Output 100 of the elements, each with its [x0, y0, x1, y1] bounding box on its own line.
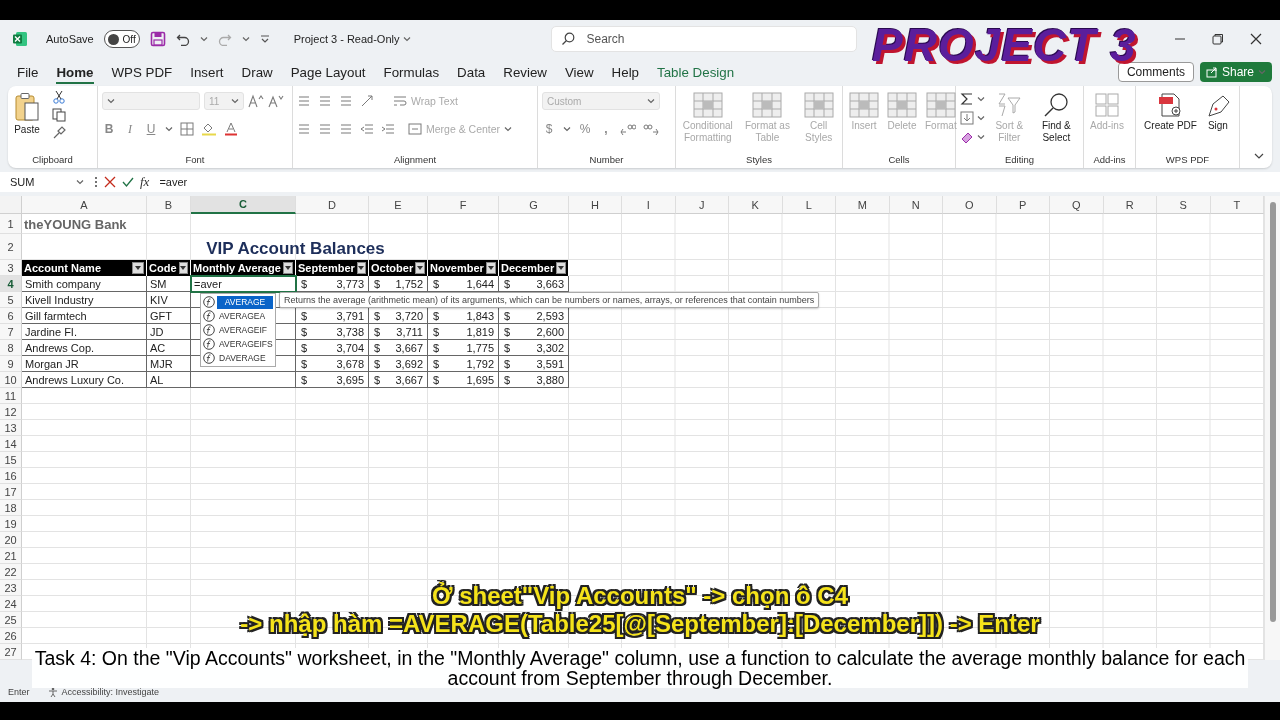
column-header[interactable]: D [296, 196, 369, 214]
ribbon-tab[interactable]: View [555, 60, 603, 84]
column-header[interactable]: J [675, 196, 729, 214]
insert-function-button[interactable]: fx [140, 174, 150, 190]
comments-button[interactable]: Comments [1117, 62, 1194, 82]
filter-button[interactable] [556, 262, 566, 274]
row-header[interactable]: 3 [0, 260, 22, 276]
row-header[interactable]: 20 [0, 532, 22, 548]
active-cell[interactable]: =aver [191, 276, 296, 292]
filter-button[interactable] [132, 262, 144, 274]
column-header[interactable]: K [729, 196, 783, 214]
formula-input[interactable]: =aver [155, 173, 1274, 191]
decrease-decimal-icon[interactable] [643, 122, 659, 136]
decrease-font-icon[interactable] [268, 94, 284, 108]
row-header[interactable]: 18 [0, 500, 22, 516]
row-header[interactable]: 24 [0, 596, 22, 612]
function-suggestion[interactable]: DAVERAGE [201, 351, 275, 365]
row-header[interactable]: 8 [0, 340, 22, 356]
percent-button[interactable]: % [578, 122, 592, 136]
save-icon[interactable] [149, 31, 166, 47]
fill-down-icon[interactable] [960, 111, 974, 125]
document-title[interactable]: Project 3 - Read-Only [293, 33, 400, 45]
ribbon-tab[interactable]: Home [47, 60, 103, 84]
ribbon-tab[interactable]: Review [494, 60, 556, 84]
row-header[interactable]: 15 [0, 452, 22, 468]
sigma-icon[interactable] [960, 92, 974, 106]
find-select-button[interactable]: Find & Select [1033, 90, 1079, 146]
column-header[interactable]: T [1210, 196, 1264, 214]
column-header[interactable]: G [499, 196, 569, 214]
comma-style-button[interactable]: , [599, 122, 613, 136]
row-header[interactable]: 12 [0, 404, 22, 420]
function-suggestion[interactable]: AVERAGEA [201, 309, 275, 323]
row-header[interactable]: 5 [0, 292, 22, 308]
column-header[interactable]: I [622, 196, 676, 214]
accessibility-status[interactable]: Accessibility: Investigate [61, 687, 160, 697]
filter-button[interactable] [282, 262, 293, 274]
sign-button[interactable]: Sign [1202, 90, 1233, 134]
column-header[interactable]: N [889, 196, 943, 214]
filter-button[interactable] [356, 262, 366, 274]
borders-icon[interactable] [180, 122, 194, 136]
row-header[interactable]: 17 [0, 484, 22, 500]
eraser-icon[interactable] [960, 130, 974, 144]
filter-button[interactable] [485, 262, 496, 274]
ribbon-tab[interactable]: Table Design [648, 60, 744, 84]
filter-button[interactable] [178, 262, 188, 274]
row-header[interactable]: 22 [0, 564, 22, 580]
row-header[interactable]: 14 [0, 436, 22, 452]
increase-font-icon[interactable] [248, 94, 264, 108]
row-header[interactable]: 7 [0, 324, 22, 340]
ribbon-tab[interactable]: File [8, 60, 48, 84]
column-header[interactable]: L [782, 196, 836, 214]
column-header[interactable]: O [943, 196, 997, 214]
paintbrush-icon[interactable] [52, 126, 66, 140]
close-icon[interactable] [1250, 33, 1262, 45]
text-angle-icon[interactable] [360, 94, 376, 108]
column-header[interactable]: M [836, 196, 890, 214]
fill-bucket-icon[interactable] [201, 122, 217, 136]
ribbon-tab[interactable]: Formulas [374, 60, 449, 84]
column-header[interactable]: B [147, 196, 191, 214]
share-button[interactable]: Share [1199, 62, 1272, 82]
create-pdf-button[interactable]: Create PDF [1142, 90, 1199, 134]
ribbon-tab[interactable]: Page Layout [281, 60, 375, 84]
currency-button[interactable]: $ [542, 122, 556, 136]
row-header[interactable]: 6 [0, 308, 22, 324]
cancel-icon[interactable] [104, 176, 116, 188]
row-header[interactable]: 25 [0, 612, 22, 628]
row-header[interactable]: 9 [0, 356, 22, 372]
column-header[interactable]: P [996, 196, 1050, 214]
row-header[interactable]: 19 [0, 516, 22, 532]
increase-decimal-icon[interactable] [620, 122, 636, 136]
column-header[interactable]: Q [1050, 196, 1104, 214]
row-header[interactable]: 1 [0, 214, 22, 234]
row-header[interactable]: 10 [0, 372, 22, 388]
ribbon-tab[interactable]: WPS PDF [102, 60, 182, 84]
row-header[interactable]: 26 [0, 628, 22, 644]
row-header[interactable]: 23 [0, 580, 22, 596]
bold-button[interactable]: B [102, 122, 116, 136]
restore-icon[interactable] [1212, 33, 1224, 45]
font-color-icon[interactable] [224, 122, 238, 136]
ribbon-tab[interactable]: Data [448, 60, 495, 84]
search-field[interactable]: Search [551, 26, 858, 52]
column-header[interactable]: F [428, 196, 499, 214]
column-header[interactable]: C [191, 196, 296, 214]
underline-button[interactable]: U [144, 122, 158, 136]
vertical-scrollbar[interactable] [1264, 196, 1280, 660]
column-header[interactable]: E [369, 196, 428, 214]
function-suggestion[interactable]: AVERAGEIF [201, 323, 275, 337]
scissors-icon[interactable] [52, 90, 66, 104]
row-header[interactable]: 16 [0, 468, 22, 484]
row-header[interactable]: 4 [0, 276, 22, 292]
checkmark-icon[interactable] [122, 176, 134, 188]
row-header[interactable]: 27 [0, 644, 22, 660]
row-header[interactable]: 21 [0, 548, 22, 564]
column-header[interactable]: H [569, 196, 622, 214]
collapse-ribbon-icon[interactable] [1254, 152, 1264, 160]
column-header[interactable]: A [22, 196, 147, 214]
autosave-toggle[interactable]: Off [103, 30, 140, 48]
column-header[interactable]: R [1103, 196, 1157, 214]
ribbon-tab[interactable]: Help [602, 60, 649, 84]
ribbon-tab[interactable]: Draw [232, 60, 282, 84]
